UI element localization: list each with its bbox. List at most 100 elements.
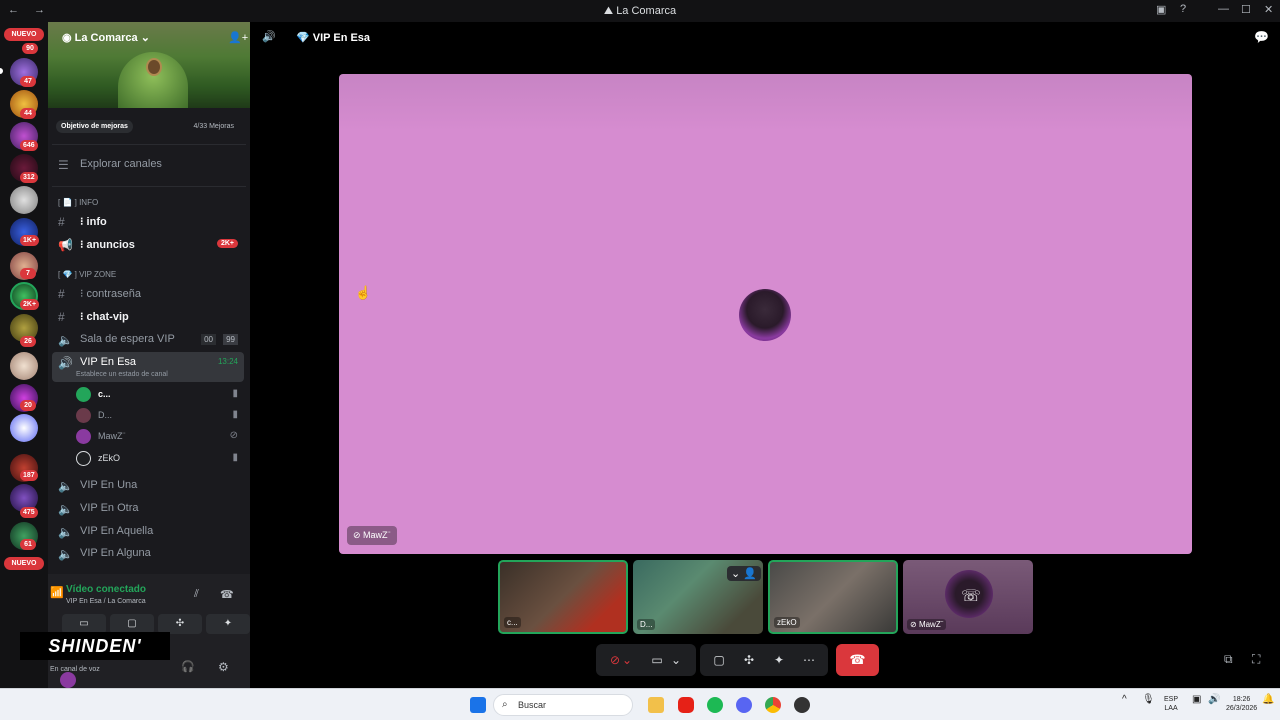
watermark-overlay: SHINDEN' bbox=[20, 632, 170, 660]
volume-icon[interactable]: 🔊 bbox=[1208, 695, 1220, 705]
server-rail: NUEVO 90 47 44 646 312 1K+ 7 2K+ 26 20 1… bbox=[0, 22, 48, 688]
browse-channels[interactable]: ☰ Explorar canales bbox=[52, 154, 244, 176]
category-info[interactable]: [ 📄 ] INFO bbox=[58, 198, 98, 207]
mention-badge: 26 bbox=[20, 336, 36, 347]
voice-status[interactable]: Vídeo conectado bbox=[66, 584, 146, 595]
soundboard-button[interactable]: ✦ bbox=[764, 644, 794, 676]
activities-button[interactable]: ✣ bbox=[158, 614, 202, 634]
signal-icon: 📶 bbox=[50, 587, 64, 599]
user-avatar[interactable] bbox=[60, 672, 76, 688]
tray-chevron-icon[interactable]: ^ bbox=[1122, 695, 1127, 705]
language-indicator[interactable]: ESP LAA bbox=[1164, 695, 1178, 713]
server-name[interactable]: ◉ La Comarca ⌄ bbox=[62, 31, 150, 44]
window-title: ⛰ La Comarca bbox=[603, 5, 677, 17]
discord-icon[interactable] bbox=[736, 697, 752, 713]
divider bbox=[52, 186, 246, 187]
avatar bbox=[76, 408, 91, 423]
fullscreen-icon[interactable]: ⛶ bbox=[1252, 652, 1260, 667]
camera-options-chevron-icon[interactable]: ⌄ bbox=[668, 644, 684, 676]
call-timer: 13:24 bbox=[217, 357, 238, 366]
mic-muted-icon: ⊘ bbox=[910, 620, 919, 629]
video-thumb[interactable]: c... bbox=[498, 560, 628, 634]
disconnect-icon[interactable]: ☎ bbox=[220, 588, 234, 601]
chrome-icon[interactable] bbox=[765, 697, 781, 713]
server-icon-5[interactable] bbox=[10, 186, 38, 214]
video-thumb[interactable]: zEkO bbox=[768, 560, 898, 634]
maximize-button[interactable]: ☐ bbox=[1241, 3, 1251, 16]
invite-icon[interactable]: 👤+ bbox=[228, 31, 248, 44]
mention-badge: 20 bbox=[20, 400, 36, 411]
channel-vip-en-otra[interactable]: 🔈 VIP En Otra bbox=[52, 498, 244, 520]
start-icon[interactable] bbox=[470, 697, 486, 713]
new-badge: NUEVO bbox=[4, 28, 44, 41]
minimize-button[interactable]: — bbox=[1218, 3, 1229, 15]
mic-options-chevron-icon[interactable]: ⌄ bbox=[620, 644, 634, 676]
voice-location[interactable]: VIP En Esa / La Comarca bbox=[66, 598, 146, 605]
close-button[interactable]: ✕ bbox=[1264, 3, 1273, 16]
banner-door bbox=[146, 58, 162, 76]
boost-goal[interactable]: Objetivo de mejoras 4/33 Mejoras bbox=[56, 120, 242, 136]
camera-toggle-button[interactable]: ▭ bbox=[62, 614, 106, 634]
activities-button[interactable]: ✣ bbox=[734, 644, 764, 676]
voice-panel: 📶 Vídeo conectado VIP En Esa / La Comarc… bbox=[48, 574, 250, 688]
channel-anuncios[interactable]: 📢 ⁝ anuncios 2K+ bbox=[52, 234, 244, 256]
mic-muted-icon: ⊘ bbox=[229, 430, 238, 441]
voice-user[interactable]: D... ▮ bbox=[74, 406, 244, 426]
more-options-button[interactable]: ⋯ bbox=[794, 644, 824, 676]
file-explorer-icon[interactable] bbox=[648, 697, 664, 713]
screen-share-button[interactable]: ▢ bbox=[110, 614, 154, 634]
inbox-icon[interactable]: ▣ bbox=[1156, 3, 1166, 16]
channel-sala-espera[interactable]: 🔈 Sala de espera VIP 00 99 bbox=[52, 329, 244, 351]
spotify-icon[interactable] bbox=[707, 697, 723, 713]
channel-info[interactable]: # ⁝ info bbox=[52, 211, 244, 233]
voice-user[interactable]: zEkO ▮ bbox=[74, 449, 244, 469]
chat-icon[interactable]: 💬 bbox=[1254, 30, 1269, 44]
youtube-icon[interactable] bbox=[678, 697, 694, 713]
focused-video-tile[interactable]: ⊘ MawZ¨ bbox=[339, 74, 1192, 554]
channel-contrasena[interactable]: # ⁝ contraseña bbox=[52, 283, 244, 305]
taskbar-search[interactable]: ⌕ Buscar bbox=[493, 694, 633, 716]
list-icon: ☰ bbox=[58, 158, 69, 172]
hang-up-button[interactable]: ☎ bbox=[836, 644, 879, 676]
speaker-icon: 🔈 bbox=[58, 333, 73, 347]
popout-icon[interactable]: ⧉ bbox=[1224, 652, 1233, 667]
channel-vip-en-esa[interactable]: 🔊 VIP En Esa 13:24 Establece un estado d… bbox=[52, 352, 244, 382]
channel-chat-vip[interactable]: # ⁝ chat-vip bbox=[52, 306, 244, 328]
camera-icon: ▮ bbox=[232, 388, 238, 399]
channel-vip-en-alguna[interactable]: 🔈 VIP En Alguna bbox=[52, 543, 244, 565]
channel-vip-en-aquella[interactable]: 🔈 VIP En Aquella bbox=[52, 521, 244, 543]
speaker-icon: 🔈 bbox=[58, 479, 73, 493]
noise-suppression-icon[interactable]: ⫽ bbox=[194, 588, 199, 601]
screen-share-button[interactable]: ▢ bbox=[704, 644, 734, 676]
os-taskbar: ⌕ Buscar ^ 🎙 ESP LAA ▣ 🔊 18:26 26/3/2026 🔔 bbox=[0, 688, 1280, 720]
headphones-icon[interactable]: 🎧 bbox=[181, 660, 195, 673]
voice-user[interactable]: MawZ¨ ⊘ bbox=[74, 427, 244, 447]
notifications-icon[interactable]: 🔔 bbox=[1262, 695, 1274, 705]
video-thumb[interactable]: D... ⌄ 👤 bbox=[633, 560, 763, 634]
mic-icon[interactable]: 🎙 bbox=[1142, 695, 1155, 705]
popout-options-icon[interactable]: ⌄ 👤 bbox=[727, 566, 761, 581]
voice-user[interactable]: c... ▮ bbox=[74, 385, 244, 405]
server-icon-12[interactable] bbox=[10, 414, 38, 442]
boost-progress: 4/33 Mejoras bbox=[193, 123, 234, 130]
mention-badge: 312 bbox=[20, 172, 38, 183]
clock[interactable]: 18:26 26/3/2026 bbox=[1226, 695, 1257, 713]
server-icon: ⛰ bbox=[603, 5, 617, 17]
help-icon[interactable]: ? bbox=[1180, 3, 1186, 15]
settings-icon[interactable]: ⚙ bbox=[218, 660, 229, 674]
channel-status[interactable]: Establece un estado de canal bbox=[76, 371, 168, 378]
server-banner: ◉ La Comarca ⌄ 👤+ bbox=[48, 22, 250, 108]
camera-icon: ▮ bbox=[232, 452, 238, 463]
network-icon[interactable]: ▣ bbox=[1192, 695, 1201, 705]
mention-badge: 475 bbox=[20, 507, 38, 518]
channel-vip-en-una[interactable]: 🔈 VIP En Una bbox=[52, 475, 244, 497]
github-icon[interactable] bbox=[794, 697, 810, 713]
mention-badge: 1K+ bbox=[20, 235, 40, 246]
video-thumb[interactable]: ☏ ⊘ MawZ¨ bbox=[903, 560, 1033, 634]
soundboard-button[interactable]: ✦ bbox=[206, 614, 250, 634]
category-vip-zone[interactable]: [ 💎 ] VIP ZONE bbox=[58, 270, 116, 279]
user-status: En canal de voz bbox=[50, 666, 100, 673]
server-icon-10[interactable] bbox=[10, 352, 38, 380]
mention-badge: 44 bbox=[20, 108, 36, 119]
server-badge-icon: ◉ bbox=[62, 32, 75, 44]
